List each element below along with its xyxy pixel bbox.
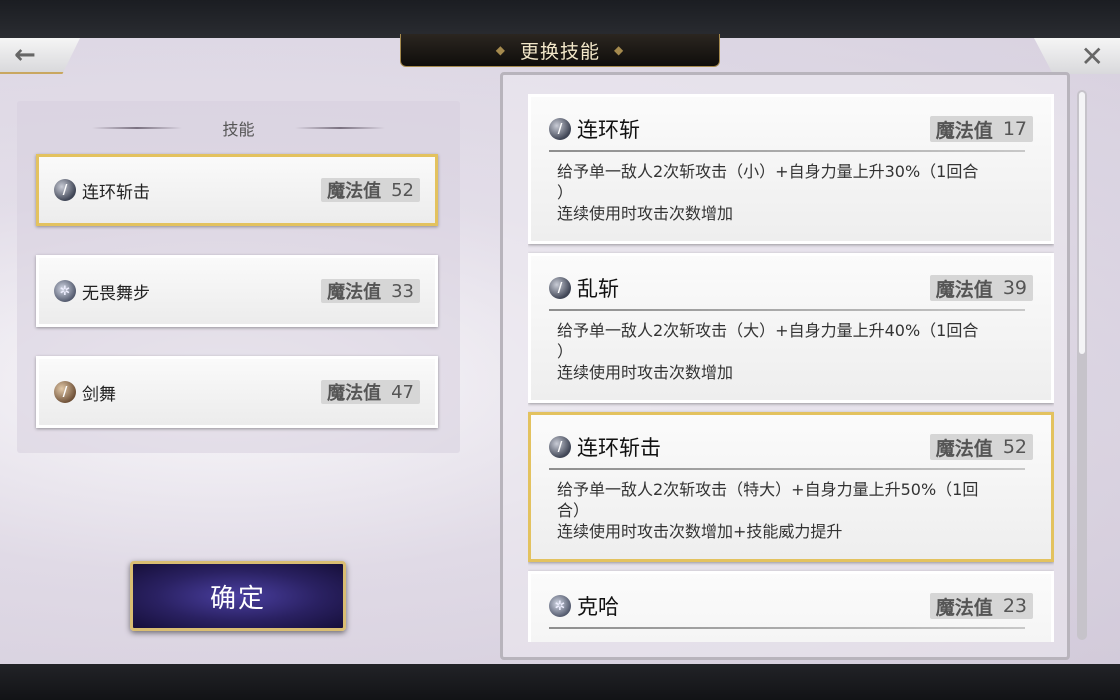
skill-option-card[interactable]: ✲ 克哈 魔法值 23 [528, 571, 1054, 642]
mp-label: 魔法值 [327, 282, 382, 303]
skill-option-header: ✲ 克哈 魔法值 23 [549, 592, 1033, 620]
header-divider [92, 127, 183, 129]
mp-cost: 魔法值 23 [929, 593, 1033, 619]
mp-cost: 魔法值 17 [929, 116, 1033, 142]
skill-name: 连环斩 [577, 118, 640, 142]
mp-cost: 魔法值 47 [321, 380, 420, 404]
dance-icon: / [54, 381, 76, 403]
equipped-skill-slot-3[interactable]: / 剑舞 魔法值 47 [36, 356, 438, 428]
skill-option-header: / 连环斩 魔法值 17 [549, 115, 1033, 143]
bottom-band [0, 664, 1120, 700]
star-icon: ✲ [549, 595, 571, 617]
mp-value: 39 [1002, 277, 1027, 299]
skill-description: 给予单一敌人2次斩攻击（特大）+自身力量上升50%（1回 合） 连续使用时攻击次… [557, 480, 979, 541]
skill-name: 克哈 [577, 595, 619, 619]
mp-cost: 魔法值 52 [321, 178, 420, 202]
available-skills-list: / 连环斩 魔法值 17 给予单一敌人2次斩攻击（小）+自身力量上升30%（1回… [528, 94, 1054, 642]
divider [549, 150, 1025, 152]
divider [549, 627, 1025, 629]
confirm-button[interactable]: 确定 [130, 561, 346, 631]
mp-cost: 魔法值 52 [929, 434, 1033, 460]
slash-icon: / [549, 118, 571, 140]
slash-icon: / [549, 277, 571, 299]
mp-cost: 魔法值 33 [321, 279, 420, 303]
confirm-label: 确定 [209, 583, 266, 614]
skill-name: 连环斩击 [82, 182, 150, 203]
equipped-skill-slot-2[interactable]: ✲ 无畏舞步 魔法值 33 [36, 255, 438, 327]
skill-option-card-selected[interactable]: / 连环斩击 魔法值 52 给予单一敌人2次斩攻击（特大）+自身力量上升50%（… [528, 412, 1054, 562]
page-title: 更换技能 [519, 40, 600, 63]
skill-option-header: / 连环斩击 魔法值 52 [549, 433, 1033, 461]
skill-name: 剑舞 [82, 384, 116, 405]
ornament-icon: ◆ [614, 43, 625, 57]
mp-cost: 魔法值 39 [929, 275, 1033, 301]
mp-value: 52 [391, 179, 414, 201]
mp-value: 33 [391, 280, 414, 302]
skill-description: 给予单一敌人2次斩攻击（小）+自身力量上升30%（1回合 ） 连续使用时攻击次数… [557, 162, 979, 223]
slash-icon: / [54, 179, 76, 201]
divider [549, 468, 1025, 470]
title-plate: ◆ 更换技能 ◆ [400, 34, 720, 67]
top-band [0, 0, 1120, 38]
back-arrow-icon: ← [14, 40, 36, 70]
mp-value: 47 [391, 381, 414, 403]
slash-icon: / [549, 436, 571, 458]
skill-name: 连环斩击 [577, 436, 661, 460]
section-title: 技能 [222, 120, 255, 139]
close-icon: ✕ [1080, 39, 1104, 73]
equipped-skill-slot-1[interactable]: / 连环斩击 魔法值 52 [36, 154, 438, 226]
mp-value: 52 [1002, 436, 1027, 458]
skill-option-card[interactable]: / 乱斩 魔法值 39 给予单一敌人2次斩攻击（大）+自身力量上升40%（1回合… [528, 253, 1054, 403]
skill-description: 给予单一敌人2次斩攻击（大）+自身力量上升40%（1回合 ） 连续使用时攻击次数… [557, 321, 979, 382]
star-icon: ✲ [54, 280, 76, 302]
divider [549, 309, 1025, 311]
header-divider [294, 127, 385, 129]
skill-name: 无畏舞步 [82, 283, 150, 304]
mp-label: 魔法值 [327, 383, 382, 404]
skill-option-card[interactable]: / 连环斩 魔法值 17 给予单一敌人2次斩攻击（小）+自身力量上升30%（1回… [528, 94, 1054, 244]
ornament-icon: ◆ [495, 43, 506, 57]
mp-label: 魔法值 [935, 437, 993, 460]
skill-name: 乱斩 [577, 277, 619, 301]
mp-label: 魔法值 [935, 119, 993, 142]
mp-label: 魔法值 [935, 278, 993, 301]
skill-option-header: / 乱斩 魔法值 39 [549, 274, 1033, 302]
mp-value: 23 [1002, 595, 1027, 617]
mp-value: 17 [1002, 118, 1027, 140]
scrollbar-thumb[interactable] [1079, 92, 1085, 354]
mp-label: 魔法值 [935, 596, 993, 619]
mp-label: 魔法值 [327, 181, 382, 202]
equipped-skills-header: 技能 [17, 116, 460, 140]
